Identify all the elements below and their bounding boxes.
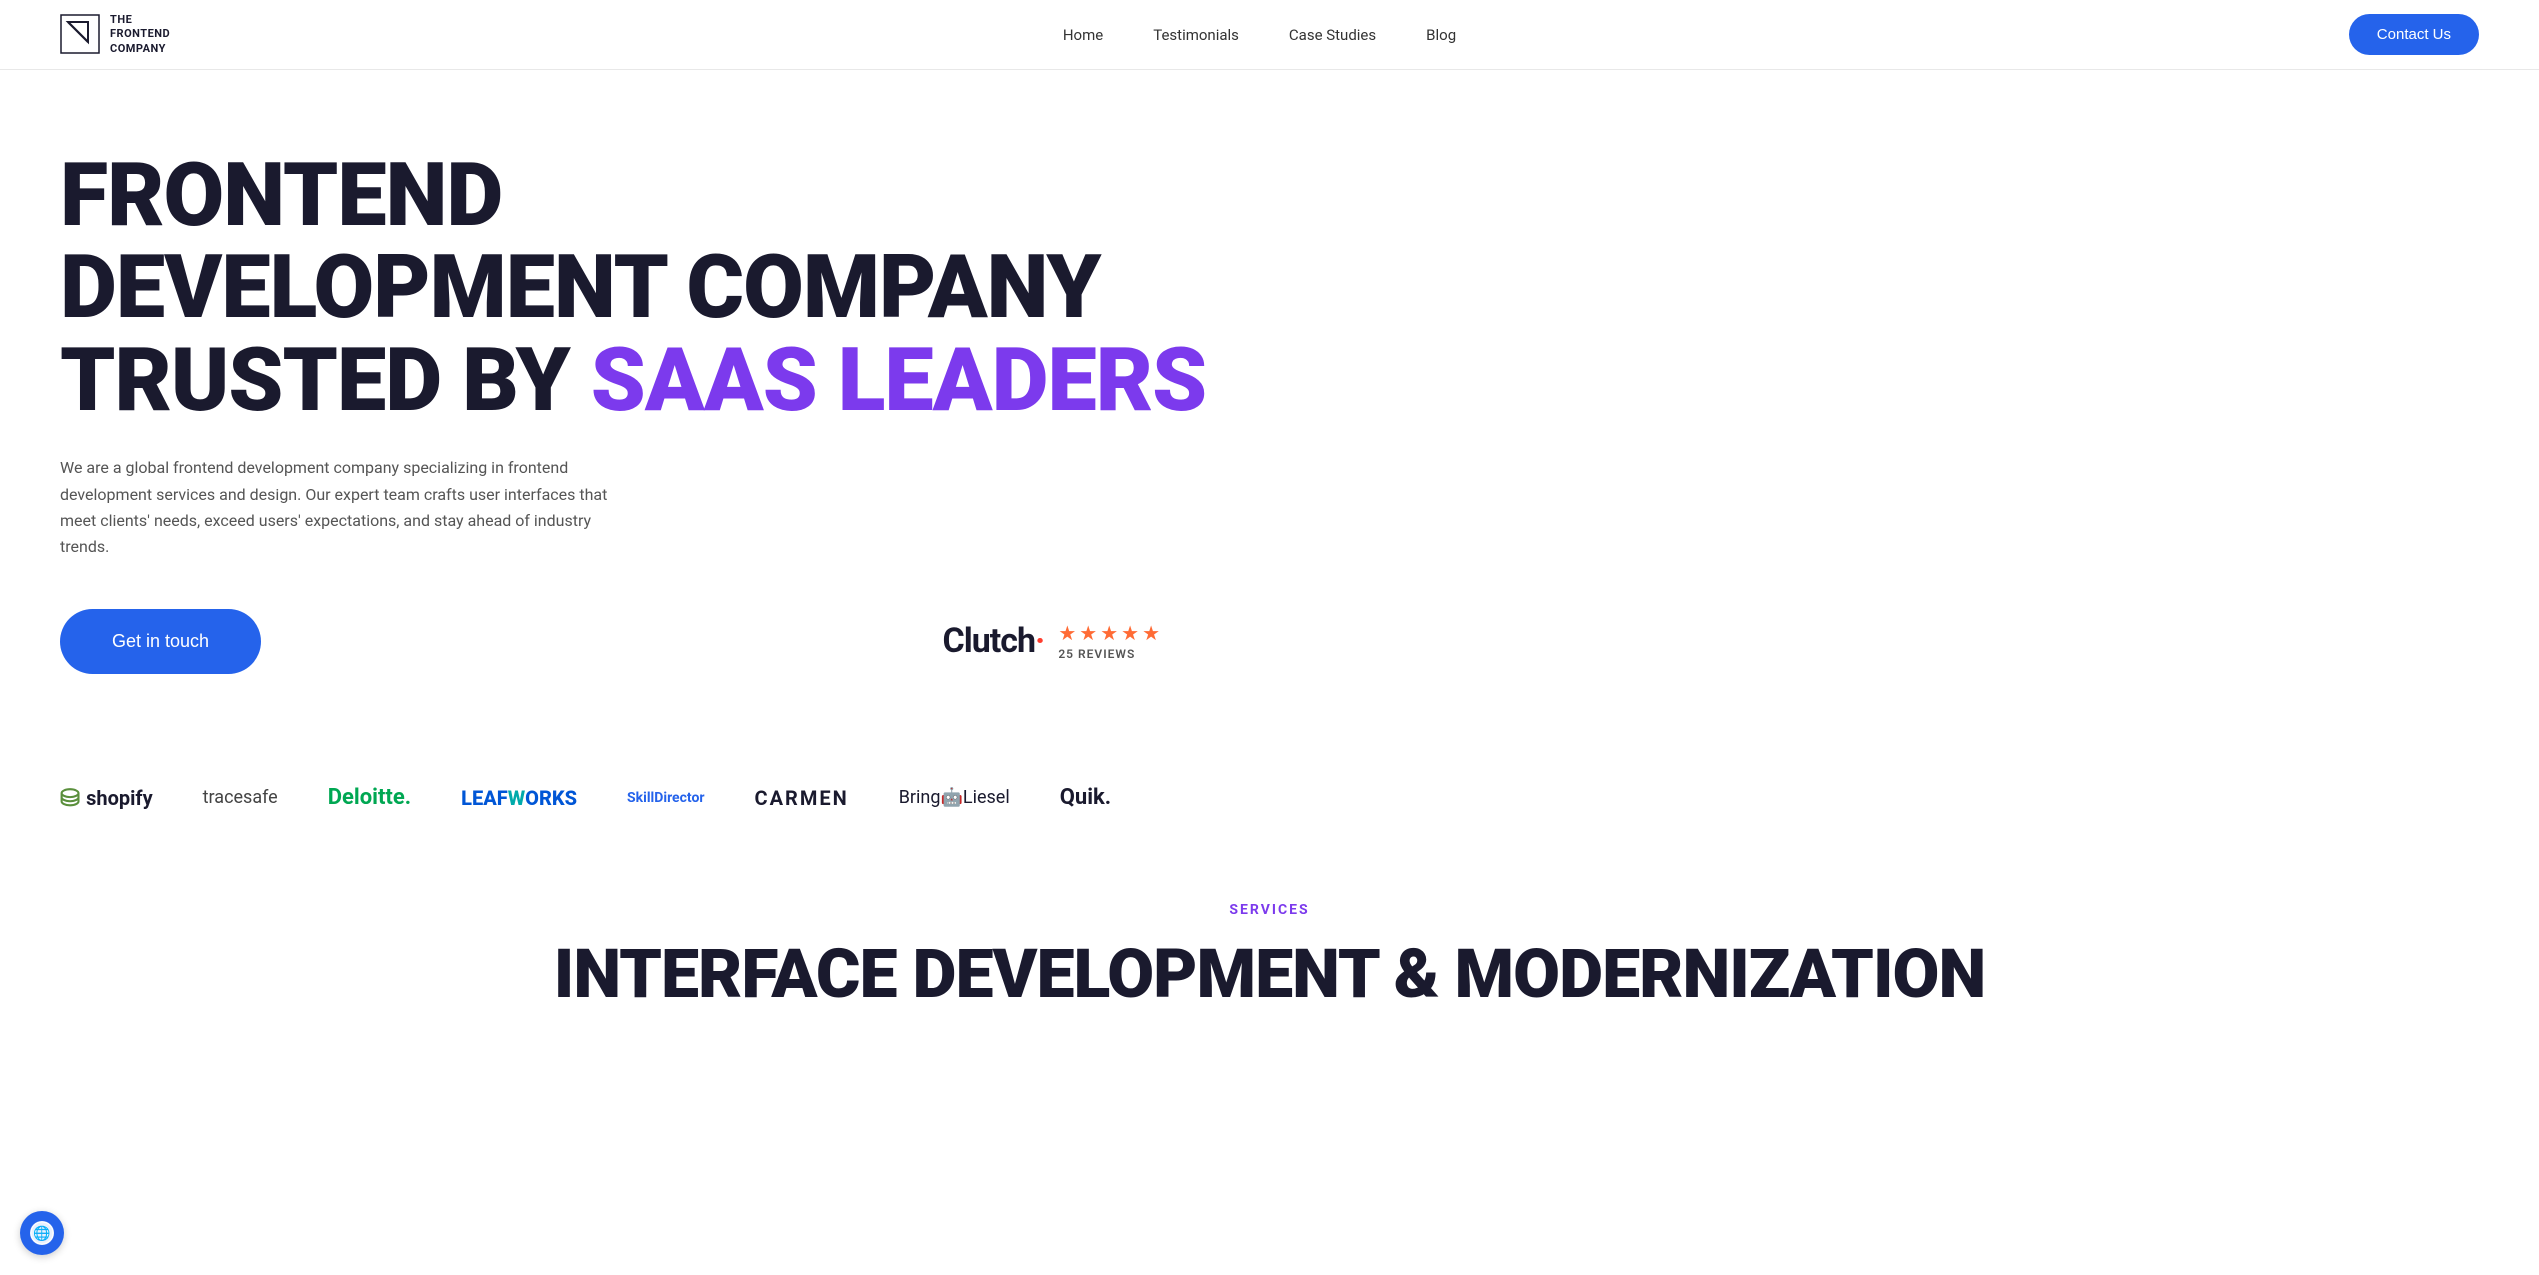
cookie-icon: 🌐 bbox=[29, 1220, 55, 1246]
shopify-label: shopify bbox=[86, 786, 153, 810]
svg-text:🌐: 🌐 bbox=[33, 1225, 50, 1242]
star-1: ★ bbox=[1058, 621, 1076, 645]
quik-logo: Quik. bbox=[1060, 785, 1111, 810]
logo-icon bbox=[60, 14, 100, 54]
hero-title: FRONTEND DEVELOPMENT COMPANY TRUSTED BY … bbox=[60, 150, 1340, 427]
leafworks-logo: LEAFWORKS bbox=[461, 786, 577, 810]
services-section: SERVICES INTERFACE DEVELOPMENT & MODERNI… bbox=[0, 842, 2539, 1054]
get-in-touch-button[interactable]: Get in touch bbox=[60, 609, 261, 674]
bringliesel-logo: Bring🤖Liesel bbox=[899, 787, 1010, 808]
star-2: ★ bbox=[1079, 621, 1097, 645]
navbar: THE FRONTEND COMPANY Home Testimonials C… bbox=[0, 0, 2539, 70]
clutch-logo: Clutch· bbox=[943, 621, 1045, 661]
nav-testimonials[interactable]: Testimonials bbox=[1153, 26, 1239, 44]
hero-subtitle: We are a global frontend development com… bbox=[60, 455, 640, 561]
hero-cta-row: Get in touch Clutch· ★ ★ ★ ★ ★ 25 REVIEW… bbox=[60, 609, 1160, 674]
nav-blog[interactable]: Blog bbox=[1426, 26, 1456, 44]
leafworks-label: LEAFWORKS bbox=[461, 786, 577, 810]
quik-label: Quik. bbox=[1060, 785, 1111, 810]
nav-links: Home Testimonials Case Studies Blog bbox=[1063, 25, 1456, 44]
services-label: SERVICES bbox=[60, 902, 2479, 918]
clutch-reviews-text: 25 REVIEWS bbox=[1058, 647, 1135, 661]
clutch-badge: Clutch· ★ ★ ★ ★ ★ 25 REVIEWS bbox=[943, 621, 1161, 661]
carmen-label: CARMEN bbox=[755, 786, 849, 810]
tracesafe-logo: tracesafe bbox=[203, 787, 278, 808]
skilldirector-logo: SkillDirector bbox=[627, 790, 704, 806]
contact-us-button[interactable]: Contact Us bbox=[2349, 14, 2479, 55]
nav-home[interactable]: Home bbox=[1063, 26, 1103, 44]
bringliesel-label: Bring🤖Liesel bbox=[899, 787, 1010, 808]
skilldirector-label: SkillDirector bbox=[627, 790, 704, 806]
clutch-stars: ★ ★ ★ ★ ★ bbox=[1058, 621, 1160, 645]
clutch-stars-column: ★ ★ ★ ★ ★ 25 REVIEWS bbox=[1058, 621, 1160, 661]
services-title: INTERFACE DEVELOPMENT & MODERNIZATION bbox=[60, 934, 2479, 1014]
deloitte-logo: Deloitte. bbox=[328, 785, 411, 810]
carmen-logo: CARMEN bbox=[755, 786, 849, 810]
cookie-badge-button[interactable]: 🌐 bbox=[20, 1211, 64, 1255]
logo: THE FRONTEND COMPANY bbox=[60, 13, 170, 56]
nav-case-studies[interactable]: Case Studies bbox=[1289, 26, 1376, 44]
shopify-icon: ⛁ bbox=[60, 784, 80, 812]
star-3: ★ bbox=[1100, 621, 1118, 645]
star-4: ★ bbox=[1121, 621, 1139, 645]
star-5: ★ bbox=[1142, 621, 1160, 645]
hero-section: FRONTEND DEVELOPMENT COMPANY TRUSTED BY … bbox=[0, 70, 1400, 734]
client-logos-row: ⛁ shopify tracesafe Deloitte. LEAFWORKS … bbox=[0, 734, 2539, 842]
deloitte-label: Deloitte. bbox=[328, 785, 411, 810]
logo-text: THE FRONTEND COMPANY bbox=[110, 13, 170, 56]
shopify-logo: ⛁ shopify bbox=[60, 784, 153, 812]
tracesafe-label: tracesafe bbox=[203, 787, 278, 808]
